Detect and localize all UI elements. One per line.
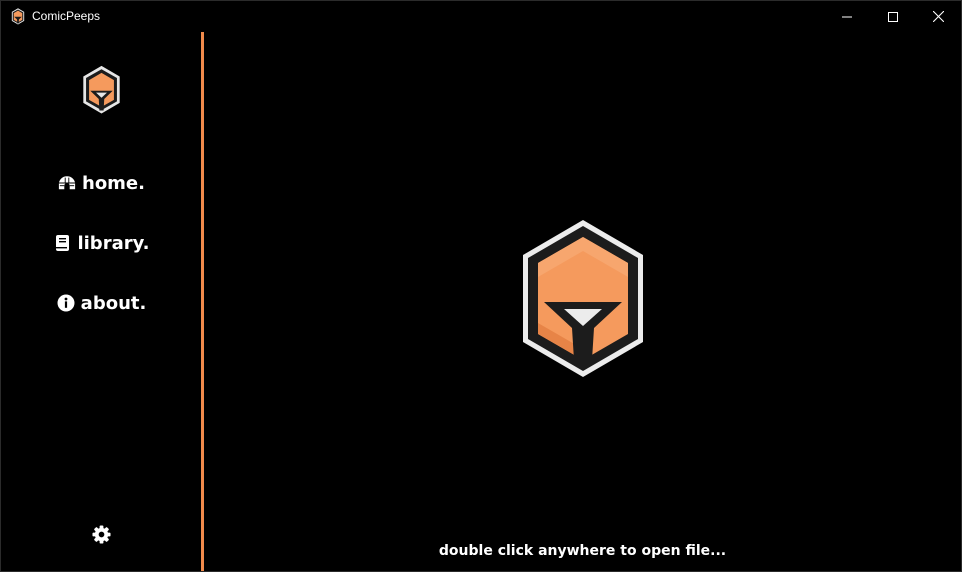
sidebar: home. library. about.: [1, 32, 202, 571]
minimize-button[interactable]: [824, 1, 870, 32]
close-icon: [932, 11, 944, 22]
sidebar-item-label: about.: [80, 292, 147, 314]
info-icon: [57, 294, 75, 312]
app-logo-icon: [11, 8, 25, 25]
main-logo-icon: [523, 220, 643, 377]
book-icon: [56, 235, 70, 251]
open-file-hint: double click anywhere to open file...: [438, 543, 727, 559]
sidebar-logo-icon[interactable]: [81, 65, 122, 115]
window-title: ComicPeeps: [32, 9, 101, 23]
title-bar[interactable]: ComicPeeps: [1, 1, 961, 32]
sidebar-item-about[interactable]: about.: [1, 288, 202, 318]
igloo-icon: [58, 176, 76, 190]
sidebar-item-library[interactable]: library.: [1, 228, 202, 258]
sidebar-item-label: library.: [77, 232, 150, 254]
close-button[interactable]: [915, 1, 961, 32]
maximize-button[interactable]: [870, 1, 916, 32]
maximize-icon: [888, 11, 898, 22]
sidebar-item-label: home.: [82, 172, 145, 194]
app-window: ComicPeeps home. library. about. double …: [0, 0, 962, 572]
minimize-icon: [842, 16, 852, 17]
main-drop-area[interactable]: double click anywhere to open file...: [204, 32, 961, 571]
gear-icon[interactable]: [92, 525, 111, 544]
sidebar-item-home[interactable]: home.: [1, 168, 202, 198]
